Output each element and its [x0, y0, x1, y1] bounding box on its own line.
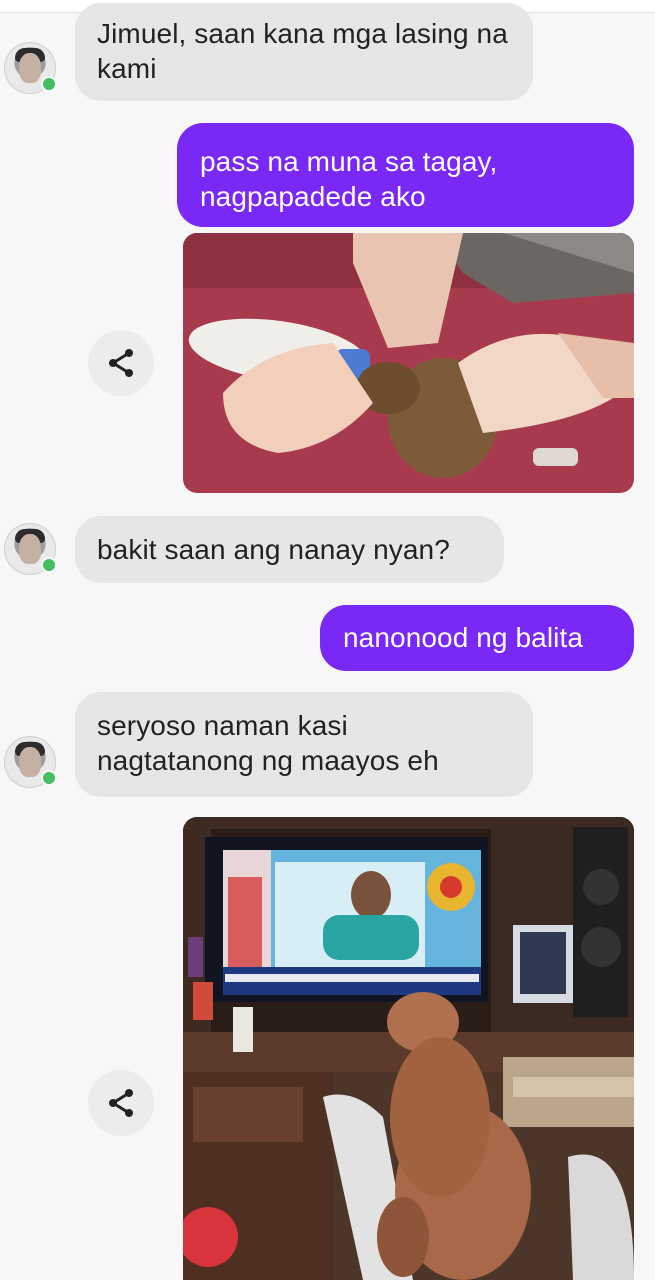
share-button[interactable]	[88, 330, 154, 396]
online-dot-icon	[41, 76, 57, 92]
message-text: pass na muna sa tagay, nagpapadede ako	[200, 146, 498, 212]
message-text: nanonood ng balita	[343, 622, 584, 653]
dog-watching-tv-image	[183, 817, 634, 1280]
online-dot-icon	[41, 770, 57, 786]
contact-avatar[interactable]	[4, 42, 57, 94]
outgoing-message[interactable]: pass na muna sa tagay, nagpapadede ako	[177, 123, 634, 227]
message-text: seryoso naman kasi nagtatanong ng maayos…	[97, 710, 439, 776]
shared-photo[interactable]	[183, 817, 634, 1280]
message-text: bakit saan ang nanay nyan?	[97, 534, 450, 565]
incoming-message[interactable]: bakit saan ang nanay nyan?	[75, 516, 504, 583]
online-dot-icon	[41, 557, 57, 573]
contact-avatar[interactable]	[4, 523, 57, 575]
share-icon	[109, 1089, 133, 1117]
contact-avatar[interactable]	[4, 736, 57, 788]
outgoing-message[interactable]: nanonood ng balita	[320, 605, 634, 671]
incoming-message[interactable]: seryoso naman kasi nagtatanong ng maayos…	[75, 692, 533, 797]
message-text: Jimuel, saan kana mga lasing na kami	[97, 18, 508, 84]
puppy-bottle-feeding-image	[183, 233, 634, 493]
shared-photo[interactable]	[183, 233, 634, 493]
incoming-message[interactable]: Jimuel, saan kana mga lasing na kami	[75, 3, 533, 101]
share-icon	[109, 349, 133, 377]
share-button[interactable]	[88, 1070, 154, 1136]
